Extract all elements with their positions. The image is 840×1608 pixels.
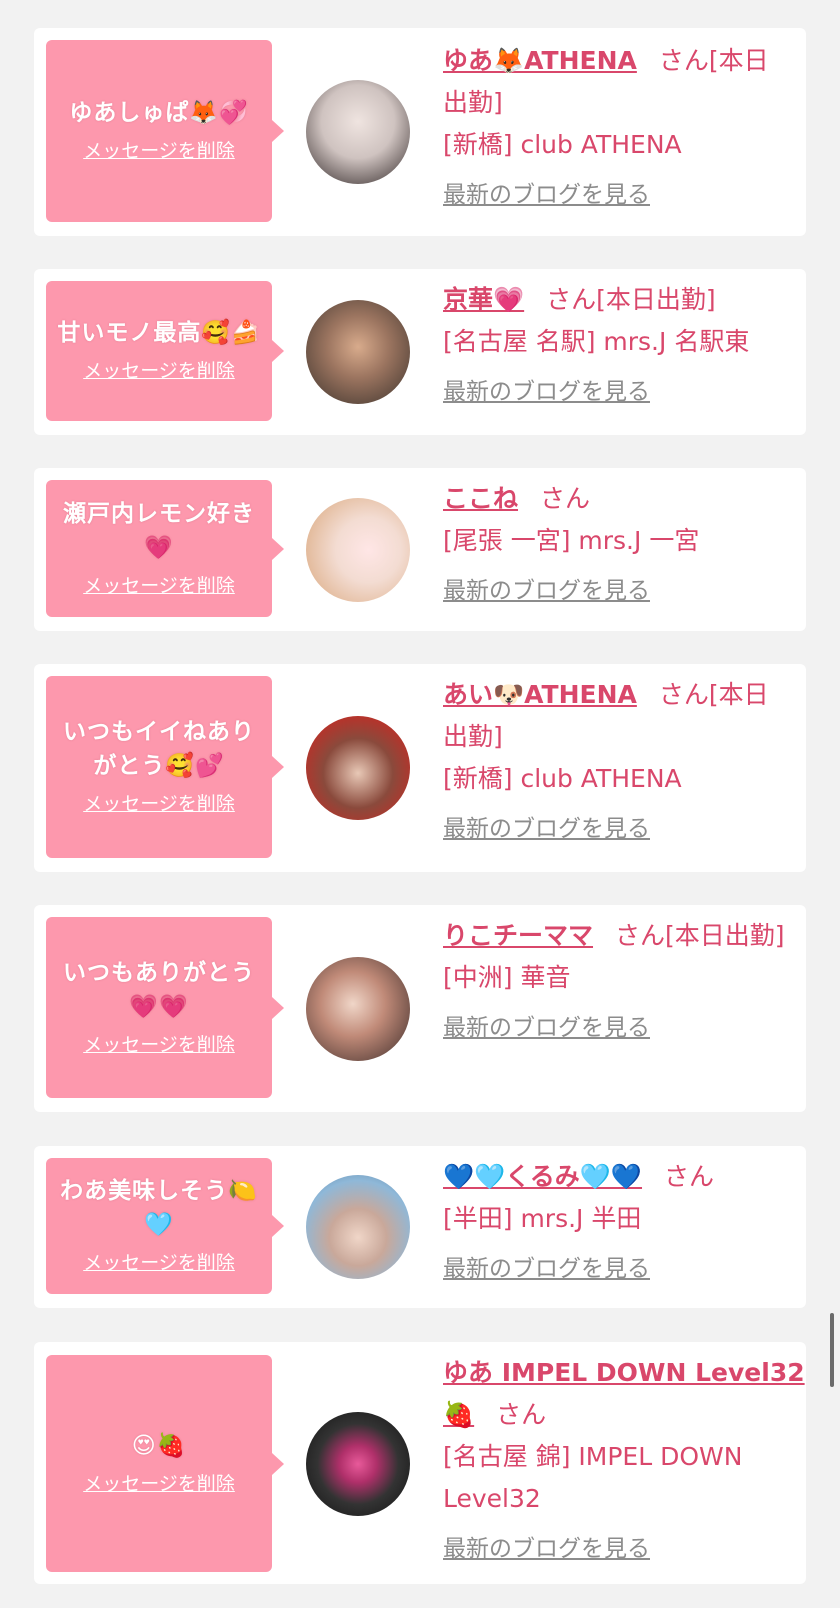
message-text: いつもありがとう💗💗 xyxy=(63,959,255,1020)
shop-label: [半田] mrs.J 半田 xyxy=(443,1204,642,1233)
cast-info: ゆあ🦊ATHENA さん[本日出勤] [新橋] club ATHENA 最新のブロ… xyxy=(443,40,793,216)
message-card: いつもイイねありがとう🥰💕 メッセージを削除 あい🐶ATHENA さん[本日出勤]… xyxy=(34,664,806,872)
message-card: いつもありがとう💗💗 メッセージを削除 りこチーママ さん[本日出勤] [中洲] … xyxy=(34,905,806,1112)
cast-name-link[interactable]: ゆあ🦊ATHENA xyxy=(443,46,637,75)
message-bubble: 😍🍓 メッセージを削除 xyxy=(46,1355,284,1572)
message-text: ゆあしゅぱ🦊💞 xyxy=(69,100,249,126)
honorific-status: さん[本日出勤] xyxy=(546,285,716,314)
delete-message-link[interactable]: メッセージを削除 xyxy=(83,136,235,166)
delete-message-link[interactable]: メッセージを削除 xyxy=(83,1030,235,1060)
shop-label: [名古屋 錦] IMPEL DOWN Level32 xyxy=(443,1442,743,1513)
avatar[interactable] xyxy=(306,1412,410,1516)
shop-label: [名古屋 名駅] mrs.J 名駅東 xyxy=(443,327,750,356)
cast-info: あい🐶ATHENA さん[本日出勤] [新橋] club ATHENA 最新のブロ… xyxy=(443,674,793,850)
message-text: わあ美味しそう🍋🩵 xyxy=(60,1178,258,1238)
latest-blog-link[interactable]: 最新のブログを見る xyxy=(443,570,793,612)
cast-info: りこチーママ さん[本日出勤] [中洲] 華音 最新のブログを見る xyxy=(443,915,793,1049)
latest-blog-link[interactable]: 最新のブログを見る xyxy=(443,174,793,216)
delete-message-link[interactable]: メッセージを削除 xyxy=(83,1469,235,1499)
message-text: 甘いモノ最高🥰🍰 xyxy=(57,320,261,346)
latest-blog-link[interactable]: 最新のブログを見る xyxy=(443,371,793,413)
message-card: わあ美味しそう🍋🩵 メッセージを削除 💙🩵くるみ🩵💙 さん [半田] mrs.J … xyxy=(34,1146,806,1308)
avatar[interactable] xyxy=(306,1175,410,1279)
latest-blog-link[interactable]: 最新のブログを見る xyxy=(443,1248,793,1290)
cast-info: ここね さん [尾張 一宮] mrs.J 一宮 最新のブログを見る xyxy=(443,478,793,612)
scrollbar[interactable] xyxy=(830,1313,834,1387)
latest-blog-link[interactable]: 最新のブログを見る xyxy=(443,1528,811,1570)
message-bubble: ゆあしゅぱ🦊💞 メッセージを削除 xyxy=(46,40,284,222)
shop-label: [新橋] club ATHENA xyxy=(443,764,682,793)
honorific-status: さん xyxy=(540,484,591,513)
message-bubble: 甘いモノ最高🥰🍰 メッセージを削除 xyxy=(46,281,284,421)
message-text: 瀬戸内レモン好き💗 xyxy=(63,500,255,561)
delete-message-link[interactable]: メッセージを削除 xyxy=(83,356,235,386)
cast-name-link[interactable]: りこチーママ xyxy=(443,921,593,950)
cast-name-link[interactable]: 💙🩵くるみ🩵💙 xyxy=(443,1162,642,1191)
cast-info: ゆあ IMPEL DOWN Level32🍓 さん [名古屋 錦] IMPEL D… xyxy=(443,1352,811,1570)
avatar[interactable] xyxy=(306,300,410,404)
shop-label: [新橋] club ATHENA xyxy=(443,130,682,159)
cast-name-link[interactable]: ここね xyxy=(443,484,518,513)
avatar[interactable] xyxy=(306,957,410,1061)
cast-name-link[interactable]: 京華💗 xyxy=(443,285,524,314)
latest-blog-link[interactable]: 最新のブログを見る xyxy=(443,808,793,850)
message-text: 😍🍓 xyxy=(131,1432,187,1459)
message-card: ゆあしゅぱ🦊💞 メッセージを削除 ゆあ🦊ATHENA さん[本日出勤] [新橋] … xyxy=(34,28,806,236)
honorific-status: さん xyxy=(664,1162,715,1191)
honorific-status: さん xyxy=(496,1400,547,1429)
avatar[interactable] xyxy=(306,716,410,820)
delete-message-link[interactable]: メッセージを削除 xyxy=(83,571,235,601)
message-bubble: 瀬戸内レモン好き💗 メッセージを削除 xyxy=(46,480,284,617)
shop-label: [中洲] 華音 xyxy=(443,963,571,992)
honorific-status: さん[本日出勤] xyxy=(615,921,785,950)
message-card: 甘いモノ最高🥰🍰 メッセージを削除 京華💗 さん[本日出勤] [名古屋 名駅] m… xyxy=(34,269,806,435)
cast-name-link[interactable]: あい🐶ATHENA xyxy=(443,680,637,709)
latest-blog-link[interactable]: 最新のブログを見る xyxy=(443,1007,793,1049)
message-bubble: わあ美味しそう🍋🩵 メッセージを削除 xyxy=(46,1158,284,1294)
message-card: 瀬戸内レモン好き💗 メッセージを削除 ここね さん [尾張 一宮] mrs.J 一… xyxy=(34,468,806,631)
message-text: いつもイイねありがとう🥰💕 xyxy=(63,719,255,779)
avatar[interactable] xyxy=(306,80,410,184)
cast-info: 💙🩵くるみ🩵💙 さん [半田] mrs.J 半田 最新のブログを見る xyxy=(443,1156,793,1290)
cast-info: 京華💗 さん[本日出勤] [名古屋 名駅] mrs.J 名駅東 最新のブログを見る xyxy=(443,279,793,413)
avatar[interactable] xyxy=(306,498,410,602)
message-list: ゆあしゅぱ🦊💞 メッセージを削除 ゆあ🦊ATHENA さん[本日出勤] [新橋] … xyxy=(0,0,840,1608)
message-card: 😍🍓 メッセージを削除 ゆあ IMPEL DOWN Level32🍓 さん [名古… xyxy=(34,1342,806,1584)
delete-message-link[interactable]: メッセージを削除 xyxy=(83,1248,235,1278)
shop-label: [尾張 一宮] mrs.J 一宮 xyxy=(443,526,700,555)
message-bubble: いつもイイねありがとう🥰💕 メッセージを削除 xyxy=(46,676,284,858)
message-bubble: いつもありがとう💗💗 メッセージを削除 xyxy=(46,917,284,1098)
delete-message-link[interactable]: メッセージを削除 xyxy=(83,789,235,819)
